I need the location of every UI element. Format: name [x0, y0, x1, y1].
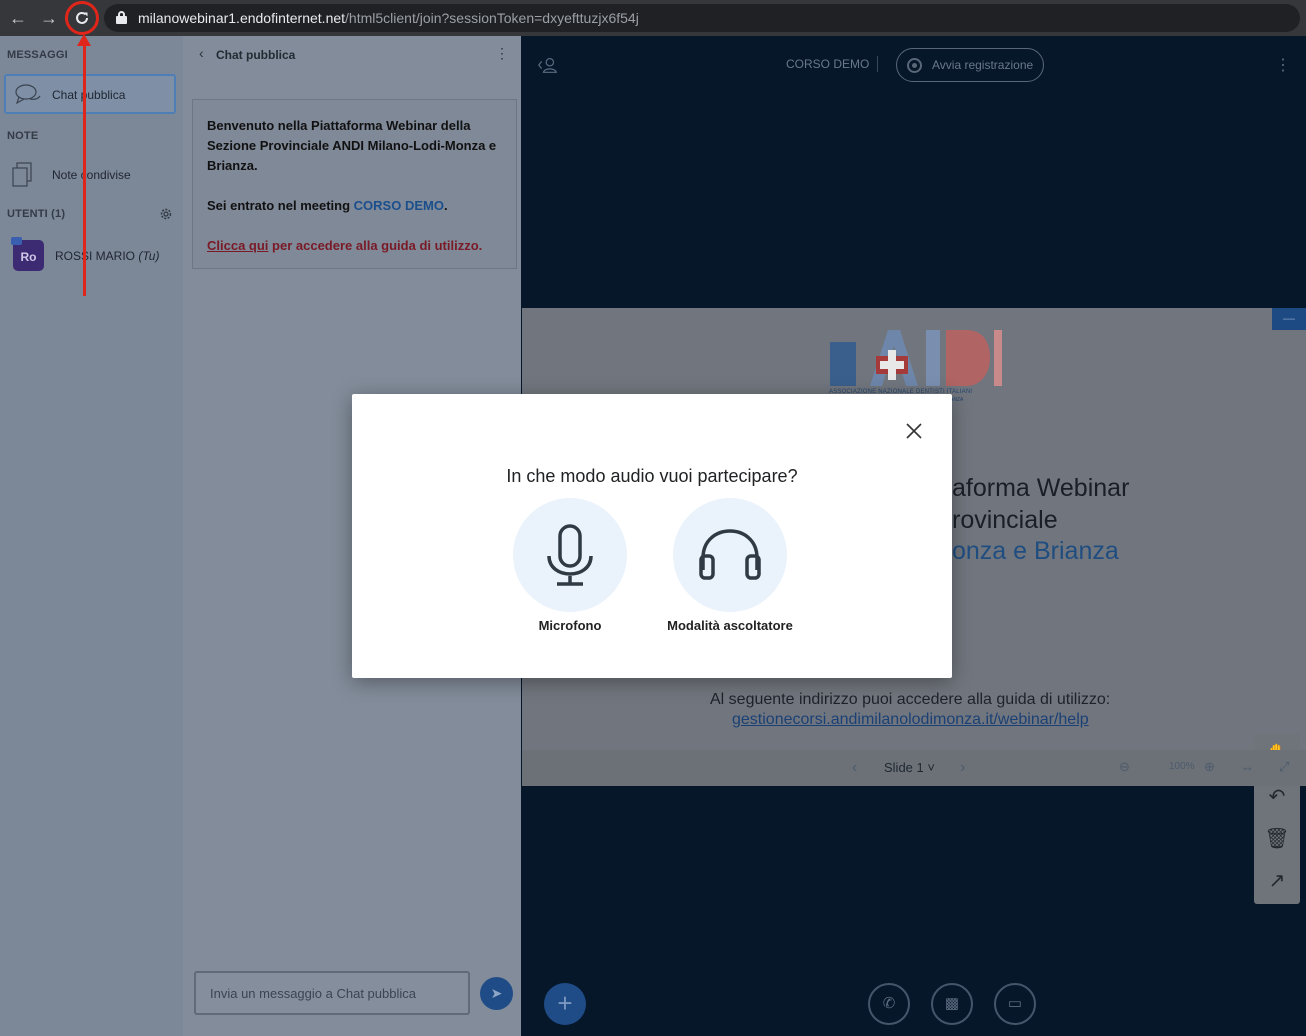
- record-button[interactable]: Avvia registrazione: [896, 48, 1044, 82]
- browser-toolbar: ← → milanowebinar1.endofinternet.net/htm…: [0, 0, 1306, 36]
- annotation-arrow-line: [83, 40, 86, 296]
- fit-width-icon[interactable]: ↔: [1241, 759, 1254, 774]
- slide-guide-text: Al seguente indirizzo puoi accedere alla…: [710, 691, 1111, 708]
- zoom-in-icon[interactable]: ⊕: [1204, 759, 1215, 775]
- video-camera-icon[interactable]: ▩: [931, 983, 973, 1025]
- chat-title: Chat pubblica: [216, 48, 296, 62]
- microphone-option-button[interactable]: Microfono: [495, 498, 645, 638]
- previous-slide-icon[interactable]: ‹: [852, 759, 857, 777]
- next-slide-icon[interactable]: ›: [960, 759, 965, 777]
- welcome-text: Benvenuto nella Piattaforma Webinar dell…: [207, 118, 497, 173]
- user-list-sidebar: MESSAGGI Chat pubblica NOTE Note condivi…: [0, 36, 183, 1036]
- actions-plus-button[interactable]: +: [544, 983, 586, 1025]
- slide-guide-link[interactable]: gestionecorsi.andimilanolodimonza.it/web…: [732, 711, 1089, 729]
- screenshare-icon[interactable]: ▭: [994, 983, 1036, 1025]
- users-heading: UTENTI (1): [7, 208, 66, 220]
- sidebar-item-public-chat[interactable]: Chat pubblica: [4, 74, 176, 114]
- record-icon: [907, 58, 922, 73]
- back-arrow-icon[interactable]: ←: [5, 5, 31, 31]
- url-text: milanowebinar1.endofinternet.net/html5cl…: [138, 10, 639, 26]
- slide-text-line-1: aforma Webinar: [952, 474, 1130, 502]
- minimize-presentation-button[interactable]: —: [1272, 308, 1306, 330]
- address-bar[interactable]: milanowebinar1.endofinternet.net/html5cl…: [104, 4, 1300, 32]
- headphones-icon: [699, 529, 761, 580]
- chevron-left-icon[interactable]: ‹: [199, 45, 204, 61]
- user-list-item[interactable]: Ro ROSSI MARIO (Tu): [0, 232, 183, 278]
- toggle-userlist-icon[interactable]: [537, 54, 559, 76]
- gear-icon[interactable]: [159, 207, 173, 221]
- chat-options-icon[interactable]: ⋮: [495, 45, 509, 62]
- slide-selector[interactable]: Slide 1 ˅: [884, 760, 935, 775]
- title-divider: [877, 56, 878, 72]
- trash-icon[interactable]: 🗑: [1258, 820, 1296, 858]
- notes-icon: [12, 162, 32, 187]
- welcome-message: Benvenuto nella Piattaforma Webinar dell…: [192, 99, 517, 269]
- meeting-line: Sei entrato nel meeting CORSO DEMO.: [207, 198, 448, 213]
- close-icon[interactable]: [904, 421, 924, 441]
- sidebar-item-shared-notes[interactable]: Note condivise: [0, 156, 183, 192]
- user-name: ROSSI MARIO (Tu): [55, 249, 160, 263]
- options-menu-icon[interactable]: ⋮: [1275, 55, 1291, 75]
- lock-icon: [116, 11, 127, 24]
- public-chat-label: Chat pubblica: [52, 88, 126, 102]
- guide-line: Clicca qui per accedere alla guida di ut…: [207, 238, 483, 253]
- slide-controls-bar: ‹ Slide 1 ˅ › ⊖ 100% ⊕ ↔ ⤢: [522, 750, 1306, 786]
- slide-text-line-3: onza e Brianza: [952, 537, 1119, 565]
- multi-user-whiteboard-icon[interactable]: ↗: [1258, 862, 1296, 900]
- send-icon[interactable]: ➤: [480, 977, 513, 1010]
- guide-link[interactable]: Clicca qui: [207, 238, 268, 253]
- presenter-badge-icon: [11, 237, 22, 245]
- fullscreen-icon[interactable]: ⤢: [1279, 759, 1289, 775]
- meeting-title: CORSO DEMO: [786, 57, 870, 71]
- listen-only-option-button[interactable]: Modalità ascoltatore: [655, 498, 805, 638]
- microphone-icon: [547, 524, 593, 586]
- slide-text-line-2: rovinciale: [952, 506, 1058, 534]
- zoom-out-icon[interactable]: ⊖: [1119, 759, 1130, 775]
- microphone-label: Microfono: [538, 618, 602, 633]
- audio-icon[interactable]: ✆: [868, 983, 910, 1025]
- avatar: Ro: [11, 237, 44, 271]
- listen-only-label: Modalità ascoltatore: [667, 618, 793, 633]
- notes-heading: NOTE: [7, 130, 39, 142]
- modal-title: In che modo audio vuoi partecipare?: [506, 466, 798, 486]
- audio-modal: In che modo audio vuoi partecipare? Micr…: [352, 394, 952, 678]
- chat-bubbles-icon: [15, 84, 41, 105]
- chat-message-input[interactable]: Invia un messaggio a Chat pubblica: [194, 971, 470, 1015]
- forward-arrow-icon[interactable]: →: [36, 5, 62, 31]
- zoom-level: 100%: [1169, 761, 1195, 772]
- shared-notes-label: Note condivise: [52, 168, 131, 182]
- annotation-circle: [65, 1, 99, 35]
- messages-heading: MESSAGGI: [7, 49, 68, 61]
